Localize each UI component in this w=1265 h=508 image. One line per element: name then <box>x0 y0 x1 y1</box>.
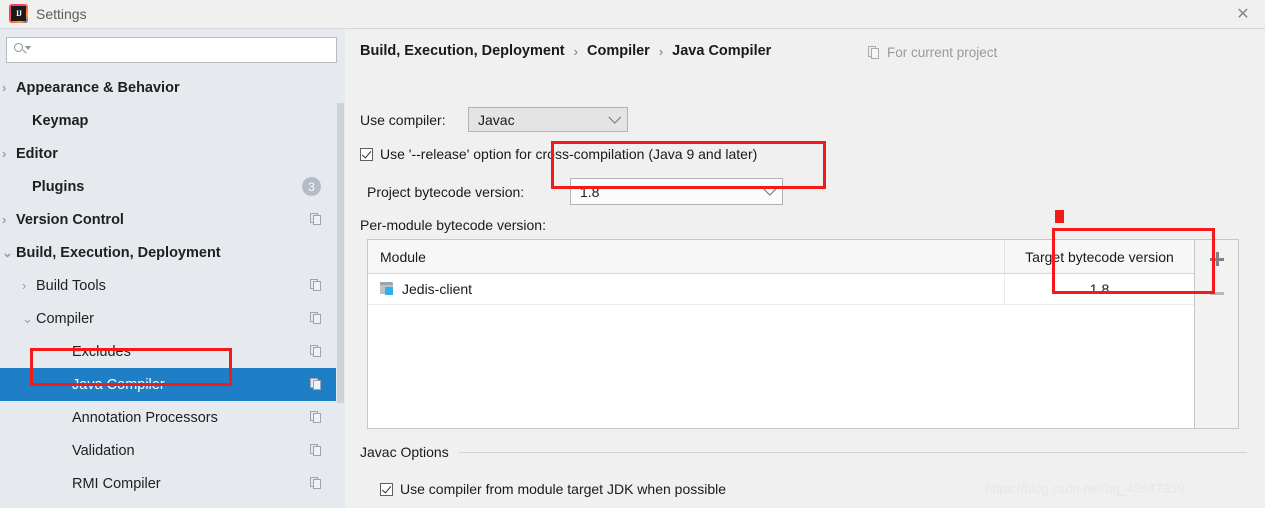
sidebar-item-label: Build Tools <box>36 277 106 294</box>
copy-settings-icon <box>310 312 323 325</box>
sidebar-scrollbar-track[interactable] <box>336 65 345 508</box>
use-module-jdk-compiler-label: Use compiler from module target JDK when… <box>400 481 727 497</box>
sidebar-item-groovy-compiler[interactable]: Groovy Compiler <box>0 500 345 508</box>
title-bar: Settings ✕ <box>0 0 1265 28</box>
use-compiler-value: Javac <box>478 111 515 128</box>
chevron-right-icon[interactable]: › <box>2 147 14 160</box>
copy-settings-icon <box>310 411 323 424</box>
sidebar-item-build-execution-deployment[interactable]: ⌄ Build, Execution, Deployment <box>0 236 345 269</box>
project-bytecode-version-label: Project bytecode version: <box>367 184 525 200</box>
copy-settings-icon <box>310 213 323 226</box>
sidebar-scrollbar-thumb[interactable] <box>337 103 344 403</box>
sidebar-item-label: Appearance & Behavior <box>16 79 180 96</box>
breadcrumb-item-3[interactable]: Java Compiler <box>672 43 771 59</box>
sidebar-item-java-compiler[interactable]: Java Compiler <box>0 368 345 401</box>
cell-target-bytecode-version[interactable]: 1.8 <box>1005 274 1194 304</box>
chevron-right-icon[interactable]: › <box>22 279 34 292</box>
search-field[interactable] <box>6 37 337 63</box>
table-side-buttons <box>1195 239 1239 429</box>
copy-settings-icon <box>310 345 323 358</box>
release-option-checkbox[interactable] <box>360 147 373 161</box>
sidebar-item-label: Build, Execution, Deployment <box>16 244 221 261</box>
copy-settings-icon <box>310 477 323 490</box>
chevron-down-icon[interactable]: ⌄ <box>22 312 34 325</box>
sidebar-item-version-control[interactable]: › Version Control <box>0 203 345 236</box>
sidebar-item-label: Java Compiler <box>72 376 165 393</box>
for-current-project-label: For current project <box>868 45 997 60</box>
search-icon <box>14 42 31 58</box>
project-bytecode-version-value: 1.8 <box>580 183 600 200</box>
per-module-table: Module Target bytecode version Jedis-cli… <box>367 239 1195 429</box>
use-module-jdk-compiler-checkbox-row[interactable]: Use compiler from module target JDK when… <box>380 481 726 497</box>
copy-project-icon <box>868 46 881 59</box>
javac-options-title: Javac Options <box>360 444 449 460</box>
remove-module-button[interactable] <box>1195 276 1239 310</box>
sidebar-item-label: Compiler <box>36 310 95 327</box>
release-option-checkbox-row[interactable]: Use '--release' option for cross-compila… <box>360 146 757 162</box>
breadcrumb-separator-icon: › <box>573 43 578 59</box>
sidebar-item-annotation-processors[interactable]: Annotation Processors <box>0 401 345 434</box>
sidebar-item-appearance-behavior[interactable]: › Appearance & Behavior <box>0 71 345 104</box>
table-body: Jedis-client 1.8 <box>368 274 1194 305</box>
sidebar-item-label: Keymap <box>32 112 89 129</box>
intellij-idea-logo-icon <box>9 4 28 23</box>
sidebar-item-label: Annotation Processors <box>72 409 218 426</box>
plus-icon <box>1210 252 1224 266</box>
sidebar-item-validation[interactable]: Validation <box>0 434 345 467</box>
use-compiler-label: Use compiler: <box>360 112 446 128</box>
add-module-button[interactable] <box>1195 242 1239 276</box>
settings-dialog: Settings ✕ ›Appearance & BehaviorKeymap›… <box>0 0 1265 508</box>
sidebar-item-excludes[interactable]: Excludes <box>0 335 345 368</box>
cell-module[interactable]: Jedis-client <box>368 274 1005 304</box>
group-divider <box>458 451 1247 453</box>
javac-options-group-header: Javac Options <box>360 444 1255 460</box>
breadcrumb-separator-icon: › <box>658 43 664 59</box>
use-module-jdk-compiler-checkbox[interactable] <box>380 482 393 496</box>
main-panel: Build, Execution, Deployment › Compiler … <box>345 28 1265 508</box>
sidebar-item-rmi-compiler[interactable]: RMI Compiler <box>0 467 345 500</box>
per-module-table-area: Module Target bytecode version Jedis-cli… <box>367 239 1239 429</box>
per-module-bytecode-version-label: Per-module bytecode version: <box>360 217 546 233</box>
chevron-down-icon <box>758 183 782 196</box>
sidebar-item-label: Version Control <box>16 211 124 228</box>
breadcrumb-item-1[interactable]: Build, Execution, Deployment <box>360 43 565 59</box>
project-bytecode-version-dropdown[interactable]: 1.8 <box>570 178 783 205</box>
sidebar-item-label: Editor <box>16 145 58 162</box>
minus-icon <box>1210 291 1224 295</box>
close-icon[interactable]: ✕ <box>1229 3 1257 25</box>
sidebar-item-compiler[interactable]: ⌄ Compiler <box>0 302 345 335</box>
sidebar-item-label: Validation <box>72 442 135 459</box>
breadcrumb: Build, Execution, Deployment › Compiler … <box>360 43 771 59</box>
settings-sidebar: › Appearance & Behavior Keymap › Editor Plugi… <box>0 28 345 508</box>
use-compiler-dropdown[interactable]: Javac <box>468 107 628 132</box>
chevron-right-icon[interactable]: › <box>2 81 14 94</box>
plugins-update-badge: 3 <box>302 177 321 196</box>
chevron-down-icon <box>603 111 627 124</box>
for-current-project-text: For current project <box>887 45 998 60</box>
sidebar-item-label: Excludes <box>72 343 131 360</box>
cell-module-text: Jedis-client <box>402 281 473 297</box>
column-header-module[interactable]: Module <box>368 240 1005 273</box>
sidebar-item-keymap[interactable]: Keymap <box>0 104 345 137</box>
chevron-down-icon[interactable]: ⌄ <box>2 246 14 259</box>
sidebar-item-editor[interactable]: › Editor <box>0 137 345 170</box>
copy-settings-icon <box>310 279 323 292</box>
table-row[interactable]: Jedis-client 1.8 <box>368 274 1194 305</box>
settings-tree: › Appearance & Behavior Keymap › Editor Plugi… <box>0 71 345 508</box>
module-icon <box>380 282 395 296</box>
sidebar-item-label: RMI Compiler <box>72 475 161 492</box>
release-option-label: Use '--release' option for cross-compila… <box>380 146 758 162</box>
table-header-row: Module Target bytecode version <box>368 240 1194 274</box>
copy-settings-icon <box>310 378 323 391</box>
sidebar-item-build-tools[interactable]: › Build Tools <box>0 269 345 302</box>
chevron-right-icon[interactable]: › <box>2 213 14 226</box>
copy-settings-icon <box>310 444 323 457</box>
window-title: Settings <box>36 6 87 22</box>
sidebar-item-plugins[interactable]: Plugins 3 <box>0 170 345 203</box>
sidebar-item-label: Plugins <box>32 178 85 195</box>
search-input[interactable] <box>30 41 336 59</box>
column-header-target-bytecode-version[interactable]: Target bytecode version <box>1005 240 1194 273</box>
breadcrumb-item-2[interactable]: Compiler <box>587 43 650 59</box>
